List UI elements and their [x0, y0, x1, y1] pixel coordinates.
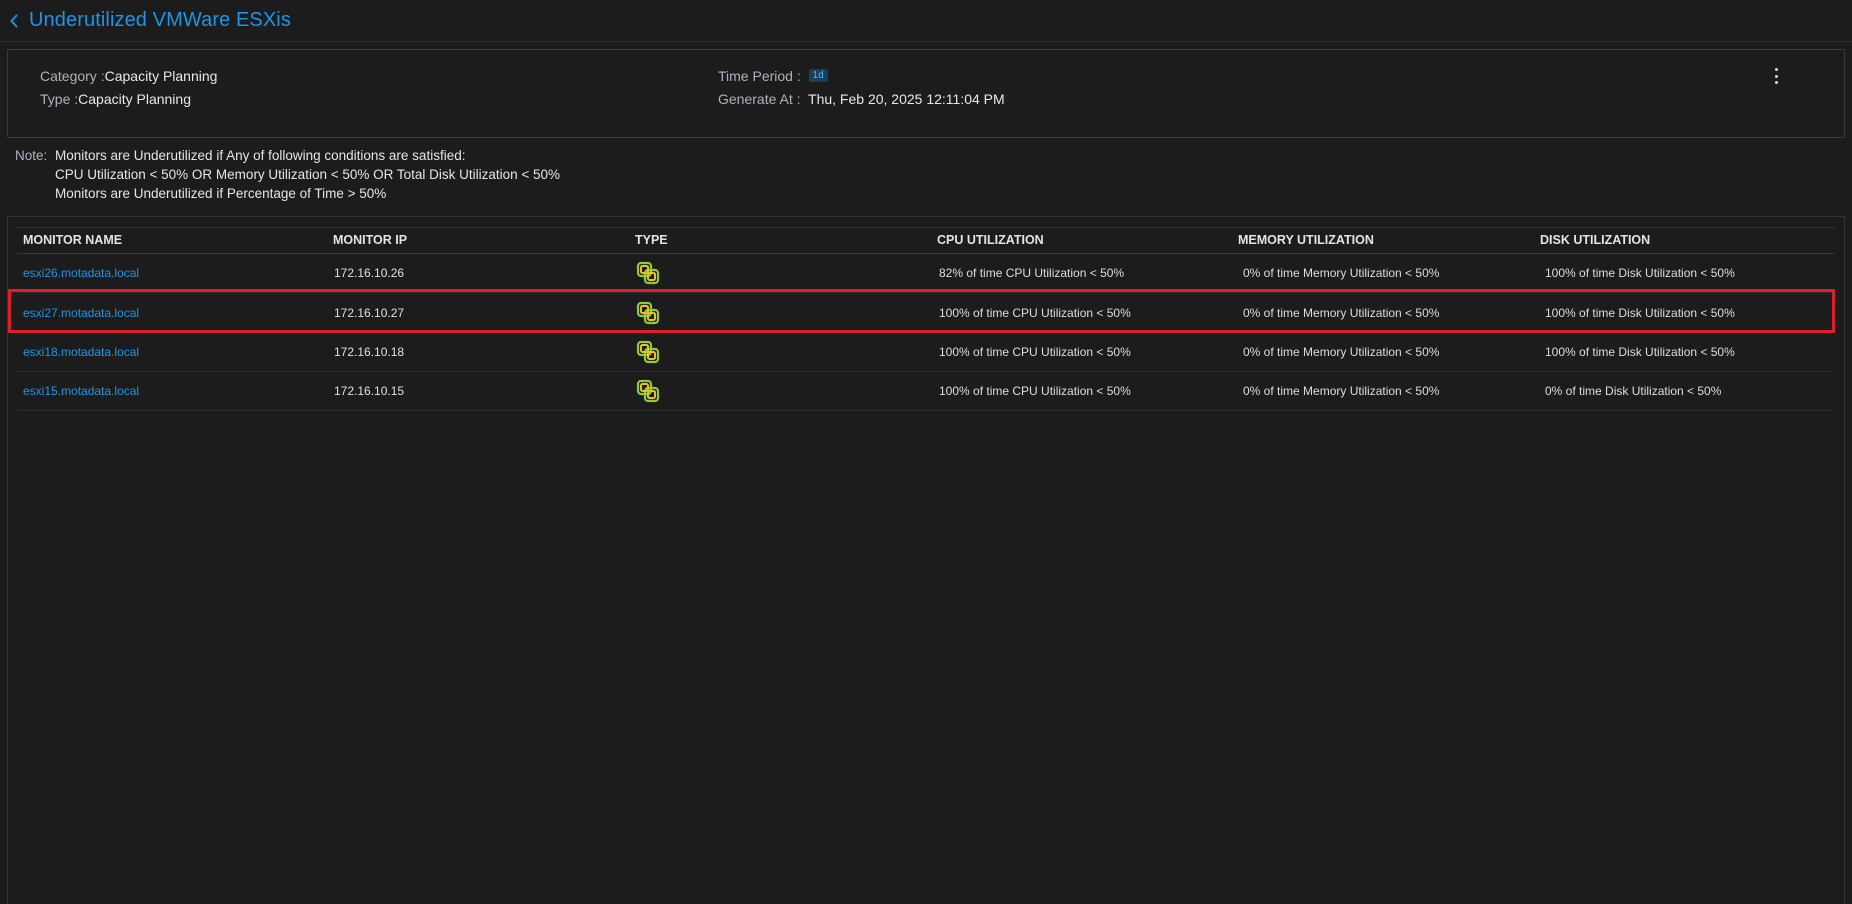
note-section: Note: Monitors are Underutilized if Any … [15, 146, 560, 203]
table-row: esxi26.motadata.local 172.16.10.26 82% o… [17, 254, 1835, 293]
time-period-badge: 1d [808, 69, 828, 82]
column-header-monitor-ip[interactable]: MONITOR IP [333, 233, 407, 247]
category-info: Category :Capacity Planning [40, 68, 217, 84]
memory-utilization: 0% of time Memory Utilization < 50% [1243, 306, 1440, 320]
page-title: Underutilized VMWare ESXis [29, 9, 291, 31]
monitor-name-link[interactable]: esxi15.motadata.local [23, 384, 139, 398]
note-line: Monitors are Underutilized if Percentage… [55, 186, 387, 201]
monitor-ip: 172.16.10.26 [334, 266, 405, 280]
cpu-utilization: 100% of time CPU Utilization < 50% [939, 345, 1131, 359]
page-header: Underutilized VMWare ESXis [0, 0, 1852, 42]
column-header-memory-utilization[interactable]: MEMORY UTILIZATION [1238, 233, 1374, 247]
memory-utilization: 0% of time Memory Utilization < 50% [1243, 266, 1440, 280]
note-line: CPU Utilization < 50% OR Memory Utilizat… [55, 167, 561, 182]
table-row: esxi15.motadata.local 172.16.10.15 100% … [17, 372, 1835, 411]
kebab-dot [1774, 81, 1778, 84]
type-info: Type :Capacity Planning [40, 91, 191, 107]
disk-utilization: 100% of time Disk Utilization < 50% [1545, 306, 1735, 320]
table-row: esxi18.motadata.local 172.16.10.18 100% … [17, 333, 1835, 372]
chevron-left-icon [10, 14, 18, 27]
generate-at-info: Generate At : Thu, Feb 20, 2025 12:11:04… [718, 91, 1005, 107]
time-period-label: Time Period : [718, 68, 801, 84]
disk-utilization: 100% of time Disk Utilization < 50% [1545, 266, 1735, 280]
table-row: esxi27.motadata.local 172.16.10.27 100% … [17, 294, 1835, 333]
cpu-utilization: 100% of time CPU Utilization < 50% [939, 306, 1131, 320]
disk-utilization: 100% of time Disk Utilization < 50% [1545, 345, 1735, 359]
disk-utilization: 0% of time Disk Utilization < 50% [1545, 384, 1722, 398]
generate-at-value: Thu, Feb 20, 2025 12:11:04 PM [808, 91, 1005, 107]
monitor-name-link[interactable]: esxi27.motadata.local [23, 306, 139, 320]
note-line: Monitors are Underutilized if Any of fol… [55, 148, 466, 163]
cpu-utilization: 100% of time CPU Utilization < 50% [939, 384, 1131, 398]
vmware-icon [636, 261, 660, 285]
vmware-icon [636, 340, 660, 364]
memory-utilization: 0% of time Memory Utilization < 50% [1243, 345, 1440, 359]
monitor-ip: 172.16.10.18 [334, 345, 405, 359]
monitor-ip: 172.16.10.15 [334, 384, 405, 398]
column-header-monitor-name[interactable]: MONITOR NAME [23, 233, 122, 247]
type-label: Type : [40, 91, 79, 107]
vmware-icon [636, 301, 660, 325]
column-header-cpu-utilization[interactable]: CPU UTILIZATION [937, 233, 1044, 247]
monitor-name-link[interactable]: esxi26.motadata.local [23, 266, 139, 280]
generate-at-label: Generate At : [718, 91, 801, 107]
monitor-name-link[interactable]: esxi18.motadata.local [23, 345, 139, 359]
more-options-button[interactable] [1771, 66, 1781, 86]
vmware-icon [636, 379, 660, 403]
table-header: MONITOR NAME MONITOR IP TYPE CPU UTILIZA… [17, 227, 1835, 254]
report-info-panel: Category :Capacity Planning Type :Capaci… [7, 49, 1845, 138]
note-label: Note: [15, 148, 48, 163]
back-button[interactable] [3, 10, 25, 32]
monitors-table-panel: MONITOR NAME MONITOR IP TYPE CPU UTILIZA… [7, 216, 1845, 904]
type-value: Capacity Planning [78, 91, 191, 107]
cpu-utilization: 82% of time CPU Utilization < 50% [939, 266, 1125, 280]
column-header-type[interactable]: TYPE [635, 233, 668, 247]
memory-utilization: 0% of time Memory Utilization < 50% [1243, 384, 1440, 398]
column-header-disk-utilization[interactable]: DISK UTILIZATION [1540, 233, 1650, 247]
kebab-dot [1774, 68, 1778, 71]
time-period-info: Time Period : 1d [718, 68, 828, 85]
kebab-dot [1774, 74, 1778, 78]
category-label: Category : [40, 68, 105, 84]
category-value: Capacity Planning [104, 68, 218, 84]
monitor-ip: 172.16.10.27 [334, 306, 405, 320]
